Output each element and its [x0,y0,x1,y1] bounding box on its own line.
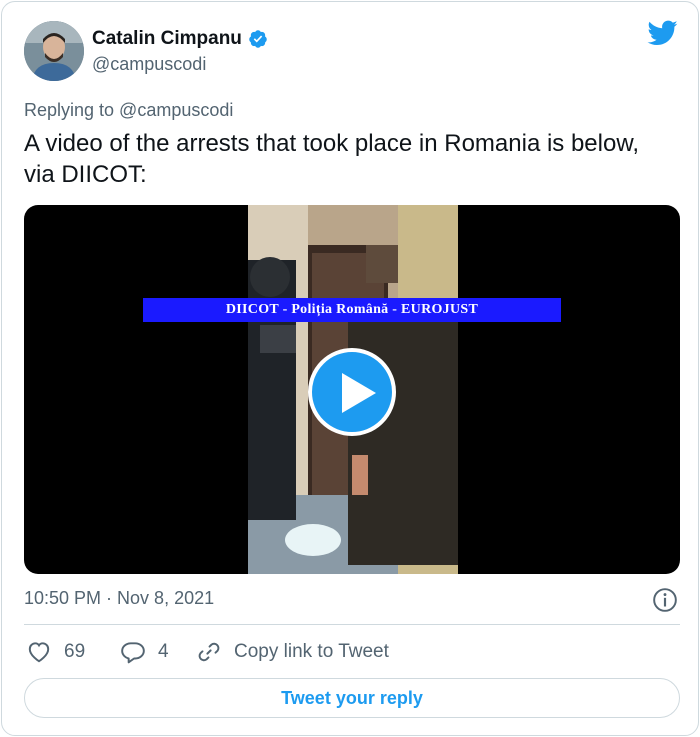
play-icon [342,373,376,413]
replying-to-label[interactable]: Replying to @campuscodi [24,100,233,121]
play-button[interactable] [308,348,396,436]
author-name-row[interactable]: Catalin Cimpanu [92,28,268,50]
author-name[interactable]: Catalin Cimpanu [92,28,242,50]
tweet-your-reply-button[interactable]: Tweet your reply [24,678,680,718]
reply-bubble-icon [121,642,145,664]
video-banner: DIICOT - Poliția Română - EUROJUST [143,298,561,322]
copy-link-button[interactable]: Copy link to Tweet [196,639,389,665]
like-button[interactable]: 69 [26,639,85,665]
like-count: 69 [64,641,86,662]
reply-count: 4 [158,641,169,662]
heart-icon [28,642,50,663]
tweet-text: A video of the arrests that took place i… [24,130,640,188]
video-player[interactable]: DIICOT - Poliția Română - EUROJUST [24,205,680,574]
link-icon [198,642,220,662]
avatar[interactable] [24,21,84,81]
tweet-card: Catalin Cimpanu @campuscodi Replying to … [1,1,699,736]
divider [24,624,680,625]
verified-badge-icon [249,30,267,48]
author-handle[interactable]: @campuscodi [92,54,206,75]
reply-action-button[interactable]: 4 [120,639,169,665]
tweet-timestamp[interactable]: 10:50 PM · Nov 8, 2021 [24,588,214,609]
twitter-bird-icon[interactable] [646,19,678,47]
copy-link-label: Copy link to Tweet [234,641,389,662]
info-icon[interactable] [652,587,678,613]
